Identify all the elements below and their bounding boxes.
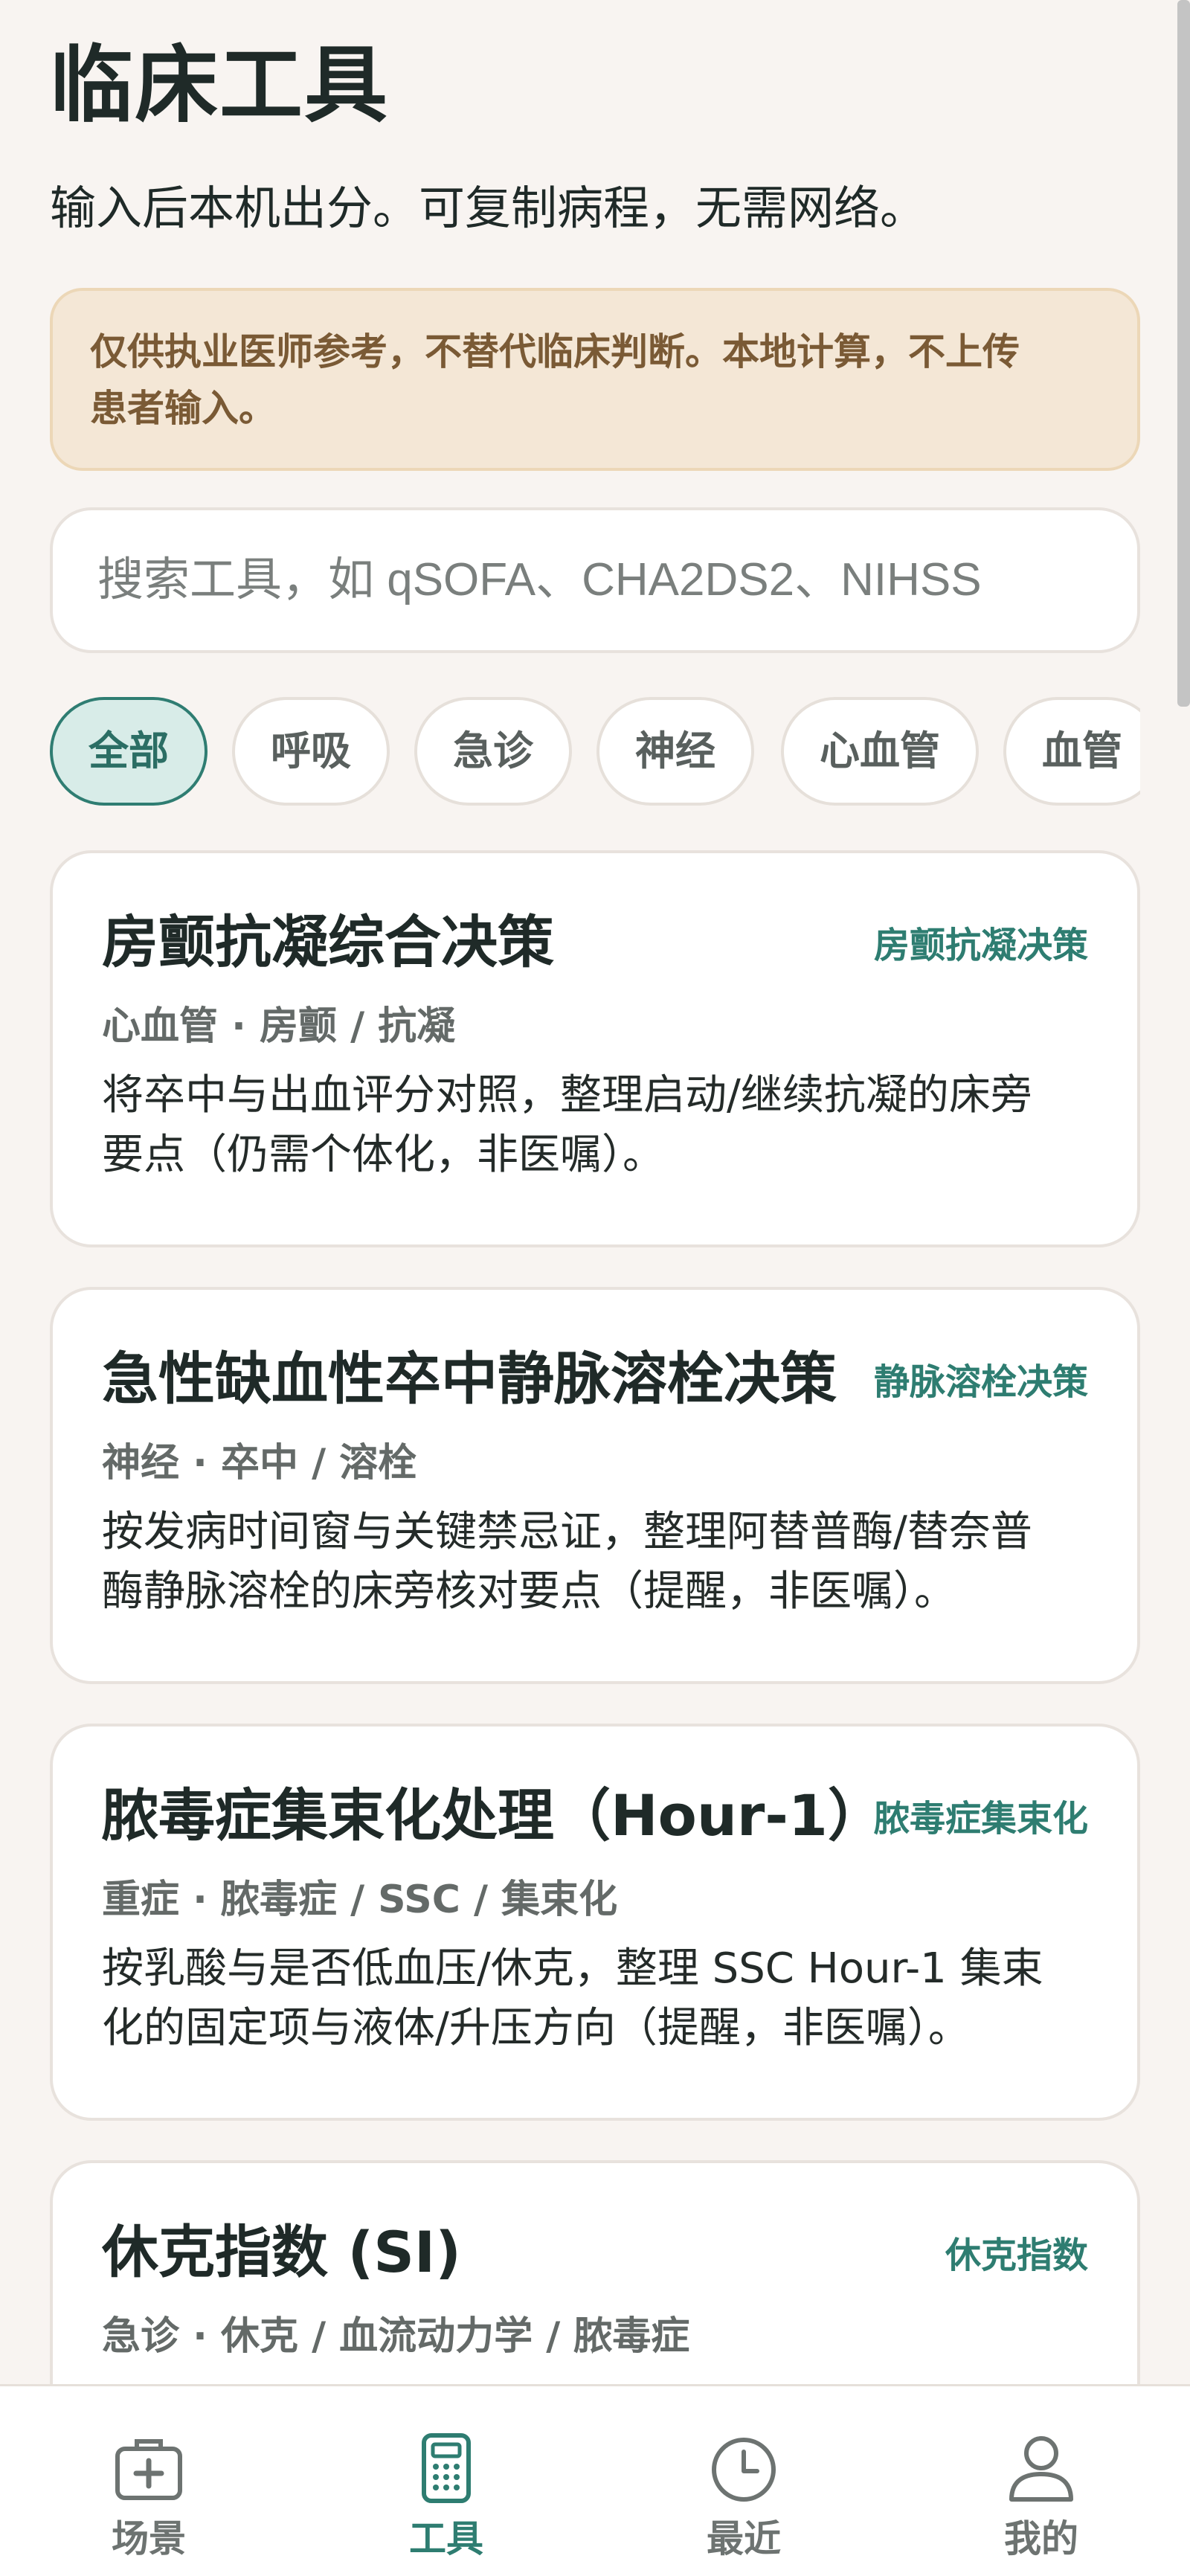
search-input[interactable]: 搜索工具，如 qSOFA、CHA2DS2、NIHSS xyxy=(50,507,1140,653)
description-line: 酶静脉溶栓的床旁核对要点（提醒，非医嘱）。 xyxy=(102,1567,956,1616)
tool-card-meta: 急诊 · 休克 / 血流动力学 / 脓毒症 xyxy=(102,2314,690,2359)
tab-recent[interactable]: 最近 xyxy=(595,2386,892,2576)
tab-label: 最近 xyxy=(707,2517,781,2560)
chip-all[interactable]: 全部 xyxy=(50,697,208,806)
calculator-icon xyxy=(422,2433,471,2503)
tool-card-af-anticoagulation[interactable]: 房颤抗凝综合决策 房颤抗凝决策 心血管 · 房颤 / 抗凝 将卒中与出血评分对照… xyxy=(50,850,1140,1247)
tool-card-tag: 房颤抗凝决策 xyxy=(873,925,1088,966)
clock-icon xyxy=(712,2438,776,2502)
description-line: 按发病时间窗与关键禁忌证，整理阿替普酶/替奈普 xyxy=(102,1508,1032,1556)
disclaimer-line-1: 仅供执业医师参考，不替代临床判断。本地计算，不上传 xyxy=(90,330,1020,373)
tool-card-tag: 脓毒症集束化 xyxy=(873,1798,1088,1840)
tool-card-meta: 神经 · 卒中 / 溶栓 xyxy=(102,1441,417,1485)
medical-kit-icon xyxy=(115,2439,182,2500)
chip-neurology[interactable]: 神经 xyxy=(596,697,754,806)
page-title: 临床工具 xyxy=(50,37,389,134)
tool-card-title: 急性缺血性卒中静脉溶栓决策 xyxy=(102,1346,837,1412)
description-line: 将卒中与出血评分对照，整理启动/继续抗凝的床旁 xyxy=(102,1071,1032,1120)
tool-card-tag: 休克指数 xyxy=(945,2235,1088,2276)
tool-card-title: 脓毒症集束化处理（Hour-1） xyxy=(102,1782,884,1849)
tool-card-meta: 心血管 · 房颤 / 抗凝 xyxy=(102,1004,456,1049)
tool-card-description: 按发病时间窗与关键禁忌证，整理阿替普酶/替奈普 酶静脉溶栓的床旁核对要点（提醒，… xyxy=(102,1503,1099,1622)
description-line: 化的固定项与液体/升压方向（提醒，非医嘱）。 xyxy=(102,2004,970,2052)
tool-card-description: 将卒中与出血评分对照，整理启动/继续抗凝的床旁 要点（仍需个体化，非医嘱）。 xyxy=(102,1066,1099,1185)
chip-vascular[interactable]: 血管 xyxy=(1003,697,1140,806)
description-line: 按乳酸与是否低血压/休克，整理 SSC Hour-1 集束 xyxy=(102,1944,1043,1993)
tool-card-meta: 重症 · 脓毒症 / SSC / 集束化 xyxy=(102,1878,618,1922)
tab-scenarios[interactable]: 场景 xyxy=(0,2386,298,2576)
page-subtitle: 输入后本机出分。可复制病程，无需网络。 xyxy=(50,181,927,235)
tools-page: 临床工具 输入后本机出分。可复制病程，无需网络。 仅供执业医师参考，不替代临床判… xyxy=(0,0,1190,2576)
tab-tools[interactable]: 工具 xyxy=(298,2386,595,2576)
tab-label: 场景 xyxy=(112,2517,186,2560)
tool-card-tag: 静脉溶栓决策 xyxy=(873,1361,1088,1403)
description-line: 要点（仍需个体化，非医嘱）。 xyxy=(102,1131,664,1179)
tab-label: 我的 xyxy=(1004,2517,1078,2560)
bottom-tab-bar: 场景 工具 最近 我的 xyxy=(0,2384,1190,2576)
user-icon xyxy=(1009,2436,1073,2502)
chip-cardiovascular[interactable]: 心血管 xyxy=(781,697,979,806)
category-filter: 全部 呼吸 急诊 神经 心血管 血管 xyxy=(50,697,1140,807)
tab-label: 工具 xyxy=(409,2517,483,2560)
tab-profile[interactable]: 我的 xyxy=(892,2386,1190,2576)
scrollbar[interactable] xyxy=(1177,0,1190,707)
tool-card-title: 休克指数 (SI) xyxy=(102,2219,461,2285)
chip-emergency[interactable]: 急诊 xyxy=(414,697,572,806)
chip-respiratory[interactable]: 呼吸 xyxy=(232,697,390,806)
tool-card-sepsis-bundle[interactable]: 脓毒症集束化处理（Hour-1） 脓毒症集束化 重症 · 脓毒症 / SSC /… xyxy=(50,1724,1140,2121)
disclaimer-line-2: 患者输入。 xyxy=(90,387,276,430)
disclaimer-banner: 仅供执业医师参考，不替代临床判断。本地计算，不上传 患者输入。 xyxy=(50,288,1140,471)
tool-card-description: 按乳酸与是否低血压/休克，整理 SSC Hour-1 集束 化的固定项与液体/升… xyxy=(102,1939,1099,2058)
tool-card-thrombolysis[interactable]: 急性缺血性卒中静脉溶栓决策 静脉溶栓决策 神经 · 卒中 / 溶栓 按发病时间窗… xyxy=(50,1287,1140,1684)
tool-card-title: 房颤抗凝综合决策 xyxy=(102,909,554,975)
